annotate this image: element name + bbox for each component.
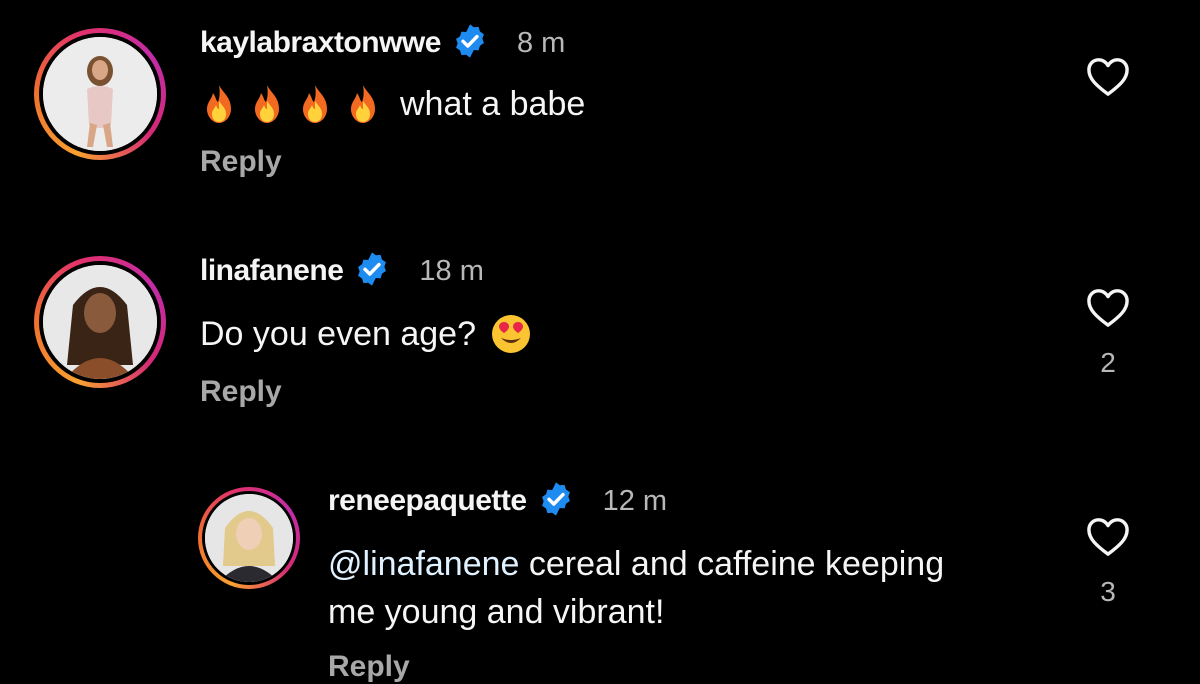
fire-icon	[351, 85, 375, 123]
fire-icon	[207, 85, 231, 123]
comment-text: what a babe	[400, 84, 586, 123]
username[interactable]: kaylabraxtonwwe	[200, 26, 441, 60]
username[interactable]: linafanene	[200, 254, 344, 288]
fire-icon	[255, 85, 279, 123]
heart-eyes-icon	[491, 315, 530, 353]
heart-outline-icon	[1087, 518, 1129, 556]
heart-outline-icon	[1087, 58, 1129, 96]
avatar-photo-icon	[205, 494, 293, 582]
comment-timestamp: 12 m	[602, 484, 668, 517]
comment-text-line1: cereal and caffeine keeping	[519, 545, 945, 583]
mention-link[interactable]: @linafanene	[328, 545, 519, 583]
verified-badge-icon	[537, 480, 575, 523]
avatar[interactable]	[198, 487, 300, 589]
reply-button[interactable]: Reply	[200, 375, 282, 409]
verified-badge-icon	[451, 22, 489, 65]
comment-timestamp: 8 m	[516, 26, 566, 59]
reply-button[interactable]: Reply	[200, 145, 282, 179]
avatar-photo-icon	[43, 37, 157, 151]
avatar[interactable]	[34, 256, 166, 388]
avatar-photo-icon	[43, 265, 157, 379]
like-button[interactable]	[1085, 516, 1131, 563]
like-button[interactable]	[1085, 56, 1131, 103]
heart-outline-icon	[1087, 289, 1129, 327]
username[interactable]: reneepaquette	[328, 484, 527, 518]
fire-emoji-group	[200, 83, 382, 125]
reply-button[interactable]: Reply	[328, 650, 410, 684]
like-count: 2	[1100, 347, 1116, 378]
comment-text-line2: me young and vibrant!	[328, 593, 665, 631]
verified-badge-icon	[353, 250, 391, 293]
comment-text: @linafanene cereal and caffeine keeping …	[328, 540, 944, 636]
like-button[interactable]	[1085, 287, 1131, 334]
comment-text: Do you even age?	[200, 314, 476, 353]
fire-icon	[303, 85, 327, 123]
avatar[interactable]	[34, 28, 166, 160]
comment-timestamp: 18 m	[419, 254, 484, 287]
like-count: 3	[1100, 576, 1116, 607]
